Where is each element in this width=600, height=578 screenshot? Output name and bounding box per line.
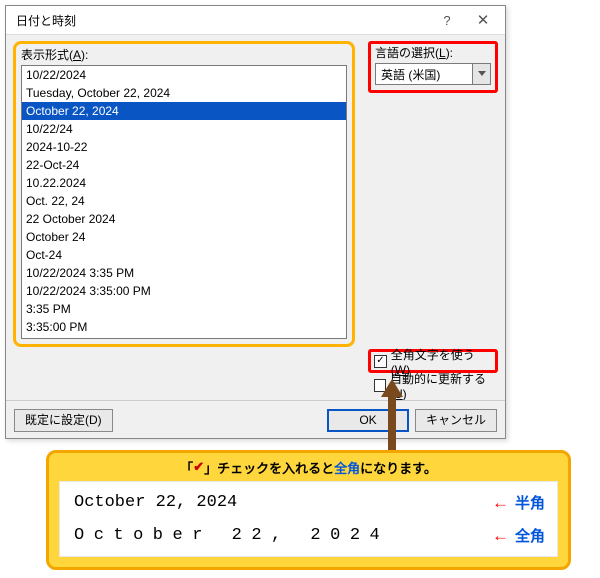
set-default-button[interactable]: 既定に設定(D) <box>14 409 113 432</box>
halfwidth-sample-text: October 22, 2024 <box>74 493 492 512</box>
titlebar: 日付と時刻 ? ✕ <box>6 6 505 35</box>
format-label: 表示形式(A): <box>21 46 347 63</box>
language-label-accel: L <box>439 46 446 60</box>
date-time-dialog: 日付と時刻 ? ✕ 表示形式(A): 10/22/2024Tuesday, Oc… <box>5 5 506 439</box>
format-list-item[interactable]: 10/22/24 <box>22 120 346 138</box>
language-section-highlight: 言語の選択(L): 英語 (米国) <box>368 41 498 93</box>
fullwidth-checkbox[interactable] <box>374 355 387 368</box>
left-arrow-icon: ← <box>492 493 509 513</box>
format-list-item[interactable]: 15:35 <box>22 336 346 339</box>
fullwidth-example-row: October 22, 2024 ← 全角 <box>74 520 545 552</box>
format-list-item[interactable]: 10.22.2024 <box>22 174 346 192</box>
ok-button[interactable]: OK <box>327 409 409 432</box>
format-list-item[interactable]: 3:35 PM <box>22 300 346 318</box>
close-button[interactable]: ✕ <box>465 9 501 31</box>
auto-update-checkbox[interactable] <box>374 379 386 392</box>
format-list-item[interactable]: 10/22/2024 3:35 PM <box>22 264 346 282</box>
dialog-button-row: 既定に設定(D) OK キャンセル <box>6 400 505 439</box>
callout-heading: 「✔」チェックを入れると全角になります。 <box>49 453 568 481</box>
language-select-dropdown-button[interactable] <box>473 63 491 85</box>
language-label-post: ): <box>446 46 453 60</box>
format-list-item[interactable]: October 22, 2024 <box>22 102 346 120</box>
format-list-item[interactable]: Oct-24 <box>22 246 346 264</box>
language-label: 言語の選択(L): <box>375 44 491 61</box>
format-section-highlight: 表示形式(A): 10/22/2024Tuesday, October 22, … <box>13 41 355 347</box>
language-select[interactable]: 英語 (米国) <box>375 63 491 85</box>
auto-update-row: 自動的に更新する(U) <box>368 375 498 395</box>
halfwidth-example-row: October 22, 2024 ← 半角 <box>74 487 545 519</box>
chevron-down-icon <box>478 71 486 77</box>
format-list-item[interactable]: 3:35:00 PM <box>22 318 346 336</box>
check-icon: ✔ <box>193 459 204 475</box>
format-label-post: ): <box>81 48 88 62</box>
format-list-item[interactable]: 22 October 2024 <box>22 210 346 228</box>
format-list-item[interactable]: Oct. 22, 24 <box>22 192 346 210</box>
format-label-accel: A <box>73 48 81 62</box>
dialog-body: 表示形式(A): 10/22/2024Tuesday, October 22, … <box>6 35 505 439</box>
auto-update-checkbox-label[interactable]: 自動的に更新する(U) <box>390 370 492 401</box>
callout-body: October 22, 2024 ← 半角 October 22, 2024 ←… <box>59 481 558 557</box>
format-list-item[interactable]: 2024-10-22 <box>22 138 346 156</box>
language-label-pre: 言語の選択( <box>375 46 439 60</box>
annotation-callout: 「✔」チェックを入れると全角になります。 October 22, 2024 ← … <box>46 450 571 570</box>
format-list-item[interactable]: 10/22/2024 3:35:00 PM <box>22 282 346 300</box>
left-arrow-icon: ← <box>492 526 509 546</box>
halfwidth-label: 半角 <box>515 492 545 513</box>
format-listbox[interactable]: 10/22/2024Tuesday, October 22, 2024Octob… <box>21 65 347 339</box>
format-list-item[interactable]: 22-Oct-24 <box>22 156 346 174</box>
dialog-title: 日付と時刻 <box>16 12 429 29</box>
format-list-item[interactable]: October 24 <box>22 228 346 246</box>
help-button[interactable]: ? <box>429 9 465 31</box>
cancel-button[interactable]: キャンセル <box>415 409 497 432</box>
fullwidth-sample-text: October 22, 2024 <box>74 526 492 545</box>
format-list-item[interactable]: 10/22/2024 <box>22 66 346 84</box>
format-label-pre: 表示形式( <box>21 48 73 62</box>
language-select-value[interactable]: 英語 (米国) <box>375 63 473 85</box>
fullwidth-label: 全角 <box>515 525 545 546</box>
format-list-item[interactable]: Tuesday, October 22, 2024 <box>22 84 346 102</box>
